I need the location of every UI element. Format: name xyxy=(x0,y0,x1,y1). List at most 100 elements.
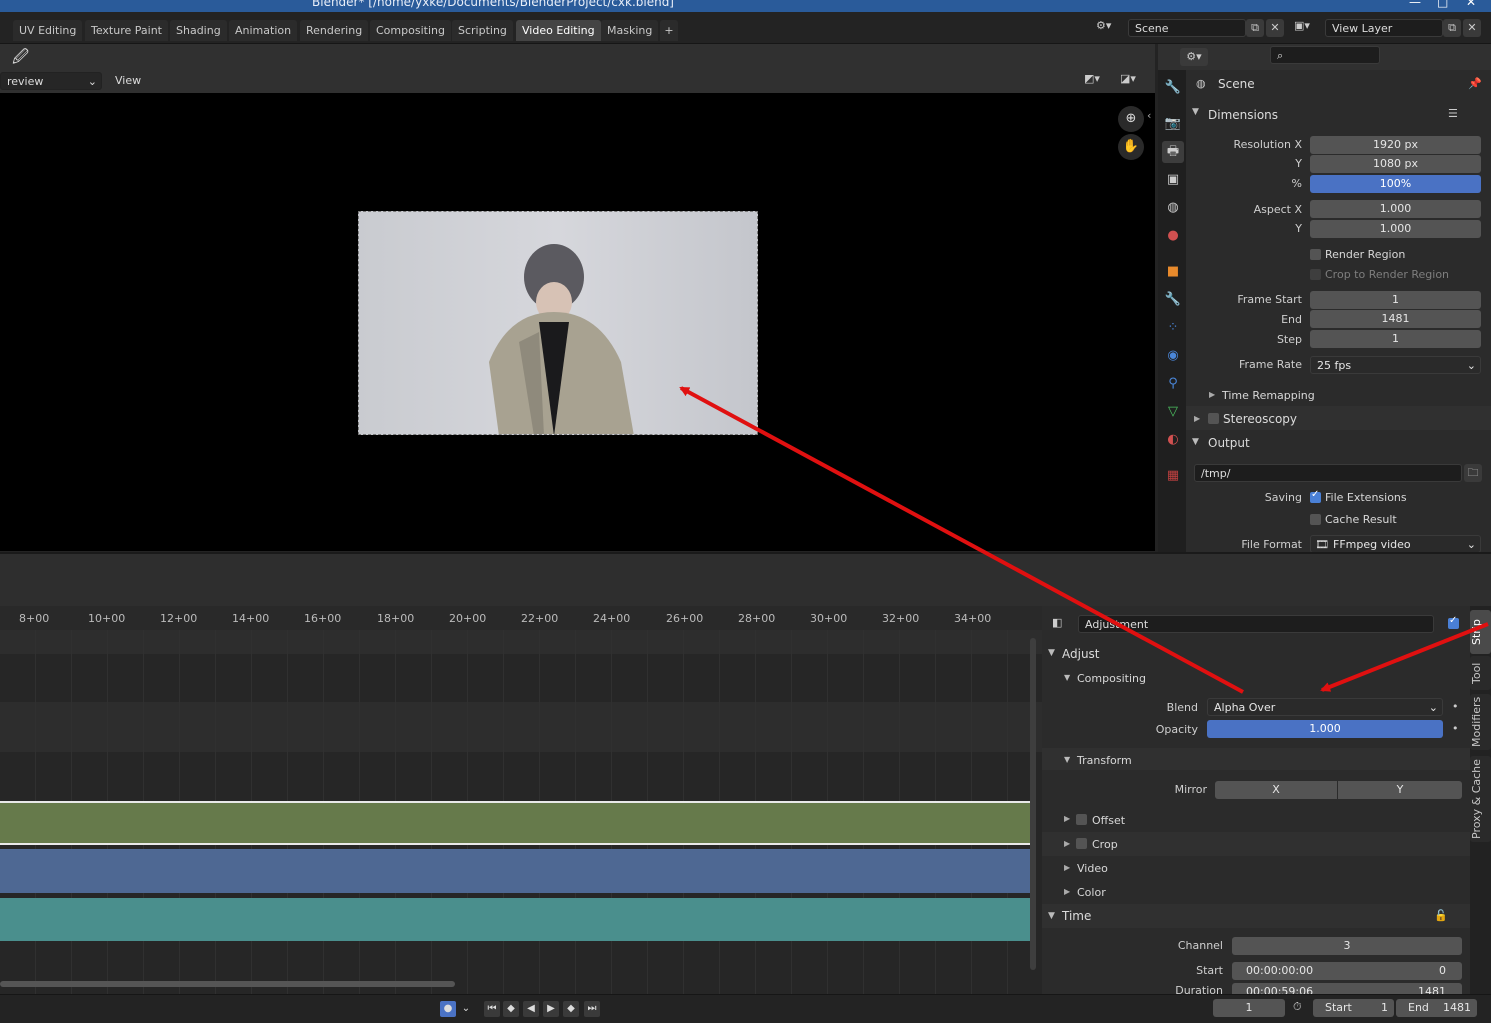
aspect-y-field[interactable]: 1.000 xyxy=(1310,220,1481,238)
end-frame-field[interactable]: End 1481 xyxy=(1396,999,1477,1017)
expand-time-icon[interactable]: ▼ xyxy=(1048,911,1055,921)
expand-time-remapping-icon[interactable]: ▶ xyxy=(1209,390,1215,399)
record-icon[interactable]: ● xyxy=(440,1001,456,1017)
zoom-icon[interactable]: ⊕ xyxy=(1118,106,1144,132)
aspect-x-field[interactable]: 1.000 xyxy=(1310,200,1481,218)
offset-checkbox[interactable] xyxy=(1076,814,1087,825)
mirror-x-toggle[interactable]: X xyxy=(1215,781,1337,799)
collapse-arrow-icon[interactable]: ‹ xyxy=(1147,109,1151,122)
scene-icon[interactable]: ⚙▾ xyxy=(1096,19,1126,37)
strip-enabled-checkbox[interactable] xyxy=(1448,615,1459,629)
output-tab-icon[interactable]: 🖶 xyxy=(1162,141,1184,163)
scene-field[interactable]: Scene xyxy=(1128,19,1246,37)
next-keyframe-icon[interactable]: ◆ xyxy=(563,1001,579,1017)
gizmo-icon[interactable]: ◪▾ xyxy=(1120,72,1148,90)
remove-scene-icon[interactable]: ✕ xyxy=(1266,19,1284,37)
teal-strip[interactable] xyxy=(0,898,1030,941)
expand-dimensions-icon[interactable]: ▼ xyxy=(1192,107,1199,117)
frame-end-field[interactable]: 1481 xyxy=(1310,310,1481,328)
time-remapping-subpanel[interactable]: Time Remapping xyxy=(1222,389,1315,402)
keying-dropdown-icon[interactable]: ⌄ xyxy=(458,1001,474,1017)
frame-step-field[interactable]: 1 xyxy=(1310,330,1481,348)
maximize-icon[interactable]: □ xyxy=(1437,0,1448,9)
vertical-scrollbar[interactable] xyxy=(1030,638,1036,970)
render-tab-icon[interactable]: 📷 xyxy=(1162,113,1184,135)
crop-subheader[interactable]: Crop xyxy=(1092,838,1118,851)
remove-view-layer-icon[interactable]: ✕ xyxy=(1463,19,1481,37)
transform-subheader[interactable]: Transform xyxy=(1077,754,1132,767)
start-field[interactable]: 00:00:00:00 0 xyxy=(1232,962,1462,980)
expand-compositing-icon[interactable]: ▼ xyxy=(1064,673,1070,682)
frame-start-field[interactable]: 1 xyxy=(1310,291,1481,309)
expand-color-icon[interactable]: ▶ xyxy=(1064,887,1070,896)
world-tab-icon[interactable]: ● xyxy=(1162,225,1184,247)
time-header[interactable]: Time xyxy=(1062,909,1091,923)
view-layer-icon[interactable]: ▣▾ xyxy=(1294,19,1324,37)
tab-animation[interactable]: Animation xyxy=(229,20,298,41)
resolution-percent-slider[interactable]: 100% xyxy=(1310,175,1481,193)
data-tab-icon[interactable]: ▽ xyxy=(1162,401,1184,423)
scene-tab-icon[interactable]: ◍ xyxy=(1162,197,1184,219)
tab-rendering[interactable]: Rendering xyxy=(300,20,369,41)
preview-mode-dropdown[interactable]: review ⌄ xyxy=(0,72,102,90)
expand-stereoscopy-icon[interactable]: ▶ xyxy=(1194,414,1200,423)
stereoscopy-checkbox[interactable] xyxy=(1208,413,1219,424)
minimize-icon[interactable]: — xyxy=(1409,0,1421,9)
properties-search[interactable]: ⌕ xyxy=(1270,46,1380,64)
view-layer-tab-icon[interactable]: ▣ xyxy=(1162,169,1184,191)
time-ruler[interactable]: 8+00 10+00 12+00 14+00 16+00 18+00 20+00… xyxy=(0,606,1042,630)
expand-output-icon[interactable]: ▼ xyxy=(1192,437,1199,447)
expand-offset-icon[interactable]: ▶ xyxy=(1064,814,1070,823)
frame-rate-dropdown[interactable]: 25 fps ⌄ xyxy=(1310,356,1481,374)
lock-icon[interactable]: 🔓 xyxy=(1434,909,1448,922)
folder-icon[interactable]: 🗀 xyxy=(1464,464,1482,482)
mirror-y-toggle[interactable]: Y xyxy=(1338,781,1462,799)
constraints-tab-icon[interactable]: ⚲ xyxy=(1162,373,1184,395)
compositing-subheader[interactable]: Compositing xyxy=(1077,672,1146,685)
add-workspace-icon[interactable]: + xyxy=(660,20,678,41)
current-frame-field[interactable]: 1 xyxy=(1213,999,1285,1017)
tab-texture-paint[interactable]: Texture Paint xyxy=(85,20,168,41)
expand-adjust-icon[interactable]: ▼ xyxy=(1048,648,1055,658)
cache-result-checkbox[interactable] xyxy=(1310,514,1321,525)
modifier-tab-icon[interactable]: 🔧 xyxy=(1162,289,1184,311)
output-path-field[interactable]: /tmp/ xyxy=(1194,464,1462,482)
resolution-y-field[interactable]: 1080 px xyxy=(1310,155,1481,173)
crop-region-checkbox[interactable] xyxy=(1310,269,1321,280)
tool-tab-icon[interactable]: 🔧 xyxy=(1162,77,1184,99)
presets-list-icon[interactable]: ☰ xyxy=(1448,107,1458,120)
expand-transform-icon[interactable]: ▼ xyxy=(1064,755,1070,764)
resolution-x-field[interactable]: 1920 px xyxy=(1310,136,1481,154)
prev-keyframe-icon[interactable]: ◆ xyxy=(503,1001,519,1017)
copy-scene-icon[interactable]: ⧉ xyxy=(1246,19,1264,37)
editor-type-icon[interactable]: ⚙▾ xyxy=(1180,48,1208,66)
color-subheader[interactable]: Color xyxy=(1077,886,1106,899)
tab-strip[interactable]: Strip xyxy=(1470,610,1491,654)
eyedropper-icon[interactable]: 🖉 xyxy=(12,46,29,73)
particles-tab-icon[interactable]: ⁘ xyxy=(1162,317,1184,339)
tab-shading[interactable]: Shading xyxy=(170,20,227,41)
file-extensions-checkbox[interactable] xyxy=(1310,489,1321,503)
expand-video-icon[interactable]: ▶ xyxy=(1064,863,1070,872)
physics-tab-icon[interactable]: ◉ xyxy=(1162,345,1184,367)
video-subheader[interactable]: Video xyxy=(1077,862,1108,875)
jump-end-icon[interactable]: ⏭ xyxy=(584,1001,600,1017)
tab-tool[interactable]: Tool xyxy=(1470,656,1491,690)
keyframe-dot-icon[interactable]: • xyxy=(1452,700,1459,713)
offset-subheader[interactable]: Offset xyxy=(1092,814,1125,827)
stereoscopy-header[interactable]: Stereoscopy xyxy=(1223,412,1297,426)
render-region-checkbox[interactable] xyxy=(1310,249,1321,260)
pin-icon[interactable]: 📌 xyxy=(1468,77,1482,90)
tab-scripting[interactable]: Scripting xyxy=(452,20,513,41)
close-icon[interactable]: ✕ xyxy=(1466,0,1476,9)
start-frame-field[interactable]: Start 1 xyxy=(1313,999,1394,1017)
tab-masking[interactable]: Masking xyxy=(601,20,659,41)
overlay-icon[interactable]: ◩▾ xyxy=(1084,72,1112,90)
tab-compositing[interactable]: Compositing xyxy=(370,20,451,41)
play-reverse-icon[interactable]: ◀ xyxy=(523,1001,539,1017)
view-layer-field[interactable]: View Layer xyxy=(1325,19,1443,37)
file-format-dropdown[interactable]: 🎞 FFmpeg video ⌄ xyxy=(1310,535,1481,552)
view-menu[interactable]: View xyxy=(115,74,141,87)
blend-dropdown[interactable]: Alpha Over ⌄ xyxy=(1207,698,1443,716)
dimensions-header[interactable]: Dimensions xyxy=(1208,108,1278,122)
